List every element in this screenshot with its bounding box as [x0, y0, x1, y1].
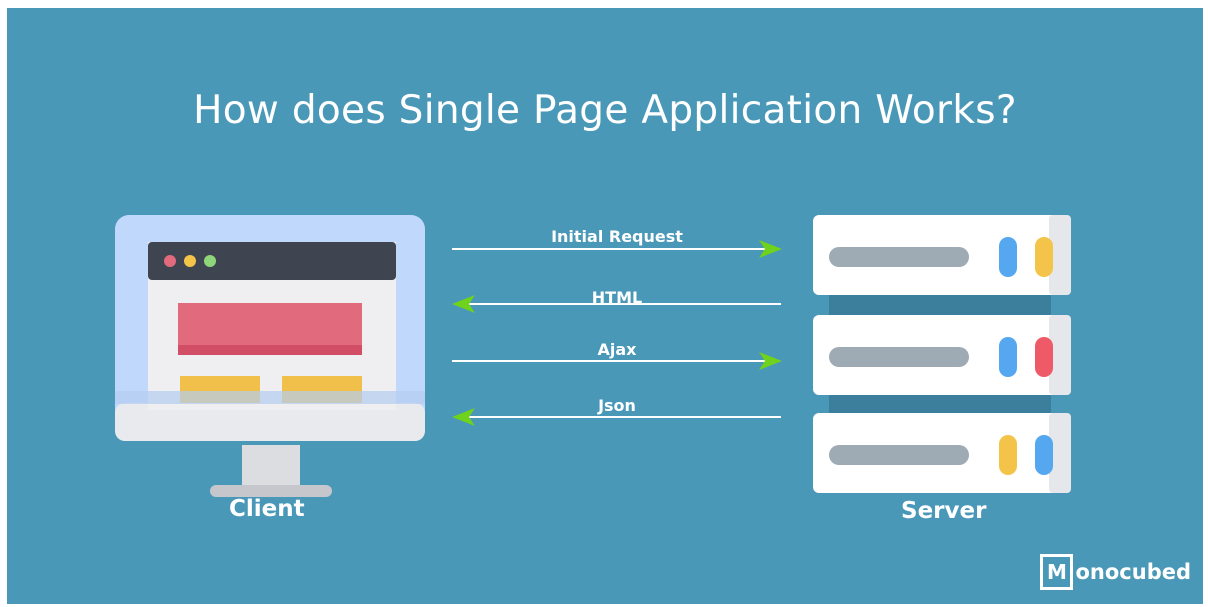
- server-unit-3: [813, 413, 1071, 493]
- server-label: Server: [901, 498, 987, 524]
- window-dot-green: [204, 255, 216, 267]
- logo-box-icon: M: [1040, 554, 1074, 590]
- hero-block-shade: [178, 345, 362, 355]
- diagram-title: How does Single Page Application Works?: [193, 88, 1017, 133]
- server-unit-2: [813, 315, 1071, 395]
- logo-text: onocubed: [1075, 560, 1191, 584]
- arrows-group: [452, 240, 782, 426]
- arrow-label-ajax: Ajax: [597, 340, 637, 359]
- arrow-label-html: HTML: [591, 288, 643, 307]
- diagram-canvas: How does Single Page Application Works? …: [7, 8, 1203, 604]
- client-label: Client: [229, 496, 305, 522]
- server-unit-1: [813, 215, 1071, 295]
- window-dot-red: [164, 255, 176, 267]
- arrow-label-initial-request: Initial Request: [551, 227, 683, 246]
- monocubed-logo: M onocubed: [1040, 554, 1191, 590]
- logo-letter: M: [1047, 560, 1067, 584]
- window-dot-yellow: [184, 255, 196, 267]
- monitor-icon: [115, 215, 425, 497]
- monitor-bezel-strip: [115, 391, 425, 404]
- arrow-label-json: Json: [598, 396, 636, 415]
- server-rack-icon: [813, 215, 1071, 493]
